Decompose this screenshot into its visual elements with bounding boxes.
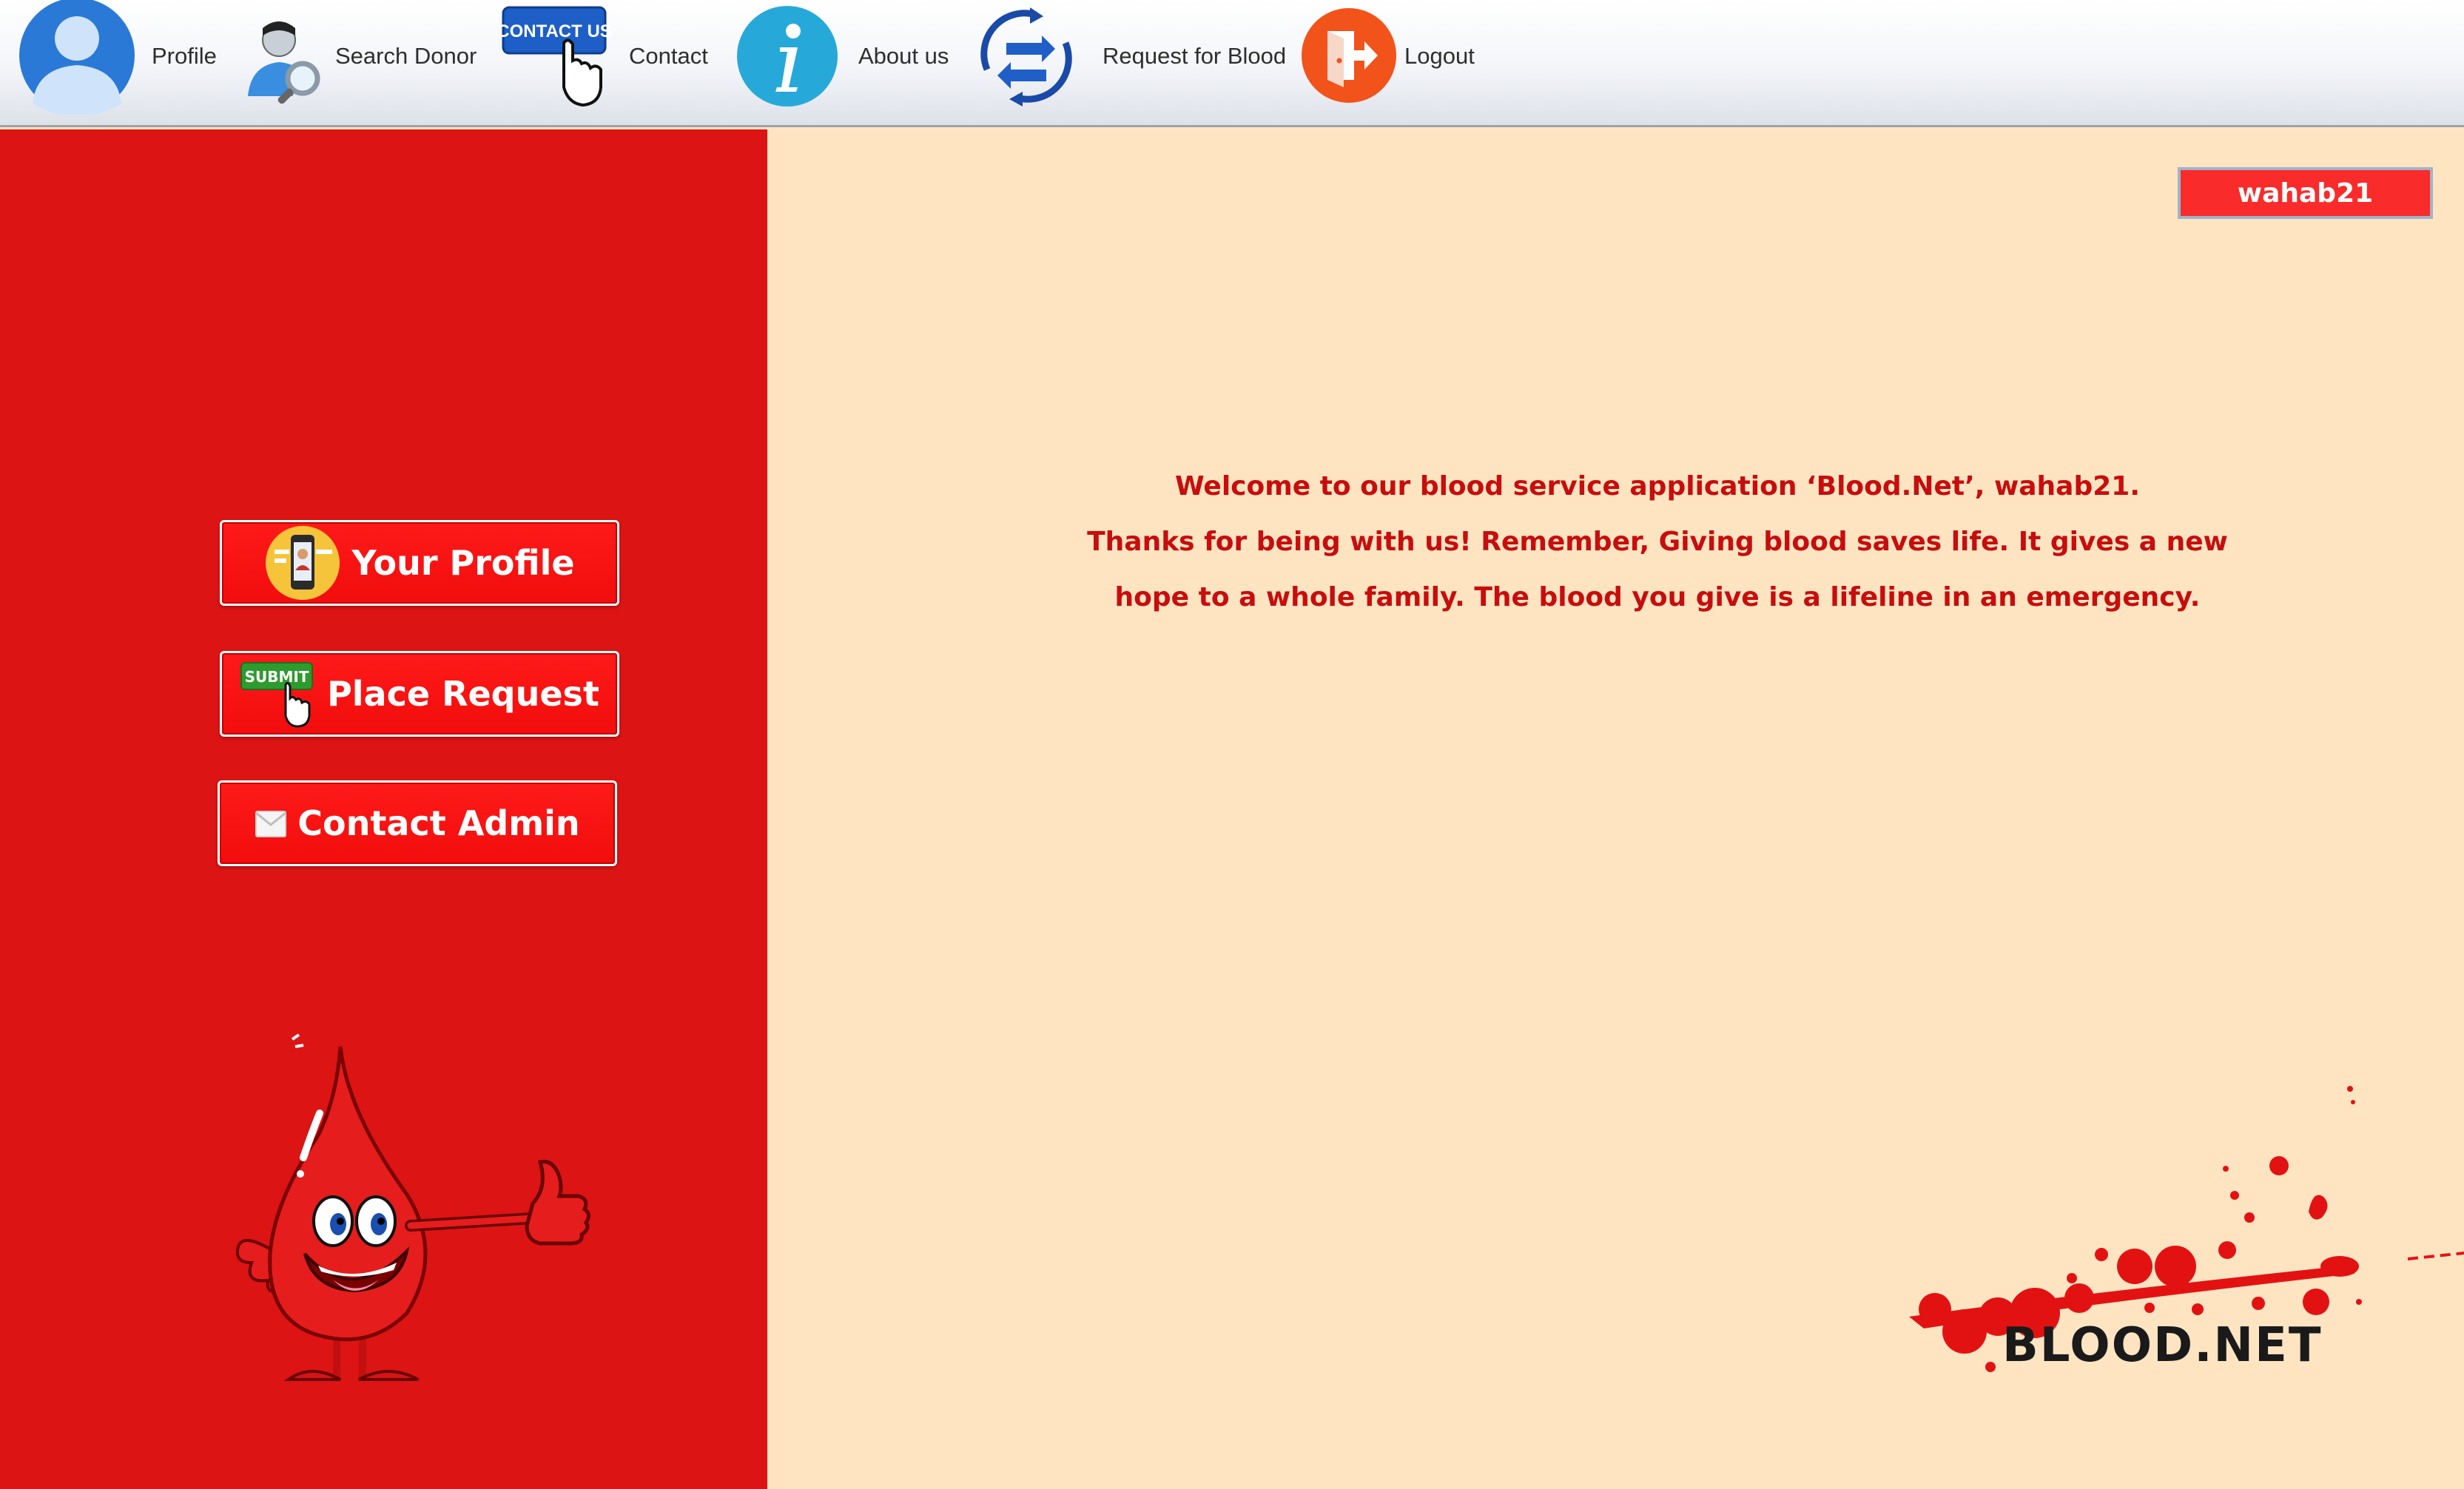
menu-request-blood[interactable]: Request for Blood <box>971 0 1289 126</box>
menu-about[interactable]: About us <box>734 0 956 126</box>
exit-door-icon <box>1301 7 1397 104</box>
welcome-message: Welcome to our blood service application… <box>984 459 2331 625</box>
place-request-button[interactable]: SUBMIT Place Request <box>220 651 619 737</box>
sidebar-panel: Your Profile SUBMIT Place Request Contac… <box>0 129 767 1489</box>
menu-contact[interactable]: CONTACT US Contact <box>502 0 716 126</box>
username-badge: wahab21 <box>2178 167 2433 219</box>
your-profile-label: Your Profile <box>351 543 575 583</box>
menu-profile-label: Profile <box>152 43 217 69</box>
submit-icon-text: SUBMIT <box>245 668 309 686</box>
welcome-line-1: Welcome to our blood service application… <box>1174 471 2140 502</box>
menu-search-donor-label: Search Donor <box>335 43 477 69</box>
menu-logout[interactable]: Logout <box>1299 0 1492 126</box>
blood-net-logo-text: BLOOD.NET <box>2002 1318 2323 1373</box>
contact-us-icon-text: CONTACT US <box>502 21 611 41</box>
your-profile-button[interactable]: Your Profile <box>220 520 619 606</box>
top-menu-bar: Profile Search Donor CONTACT US Contact <box>0 0 2464 127</box>
blood-drop-mascot <box>222 1032 622 1405</box>
envelope-icon <box>255 808 287 838</box>
submit-cursor-icon: SUBMIT <box>240 658 317 729</box>
contact-admin-label: Contact Admin <box>297 803 580 843</box>
place-request-label: Place Request <box>327 674 599 714</box>
user-search-icon <box>240 15 329 104</box>
welcome-line-2: Thanks for being with us! Remember, Givi… <box>1087 527 2228 557</box>
menu-search-donor[interactable]: Search Donor <box>240 0 492 126</box>
menu-profile[interactable]: Profile <box>15 0 222 126</box>
welcome-line-3: hope to a whole family. The blood you gi… <box>1114 582 2201 612</box>
menu-logout-label: Logout <box>1404 43 1475 69</box>
contact-admin-button[interactable]: Contact Admin <box>218 780 617 866</box>
menu-about-label: About us <box>858 43 949 69</box>
phone-profile-icon <box>264 524 341 601</box>
refresh-arrows-icon <box>971 1 1082 111</box>
contact-us-button-icon: CONTACT US <box>502 6 611 109</box>
menu-contact-label: Contact <box>629 43 708 69</box>
user-silhouette-icon <box>18 0 136 115</box>
menu-request-blood-label: Request for Blood <box>1103 43 1287 69</box>
info-icon <box>736 4 839 108</box>
